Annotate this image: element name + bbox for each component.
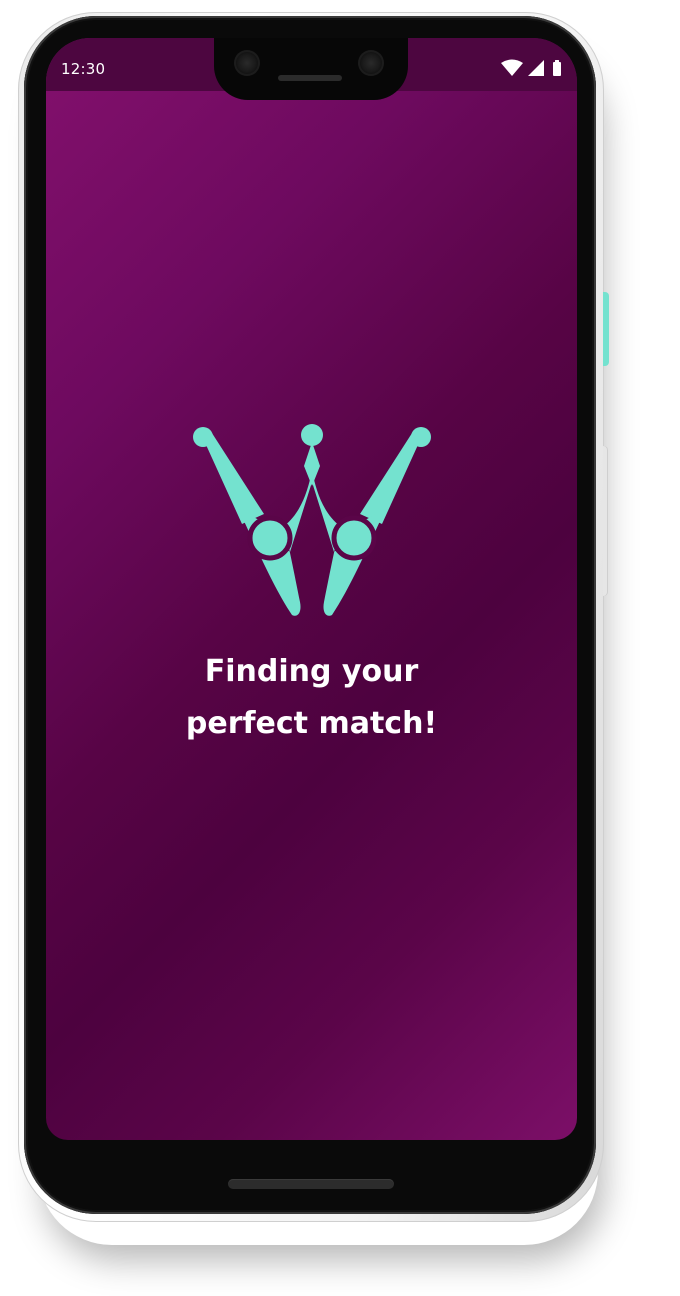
front-camera-icon — [358, 50, 384, 76]
device-mockup: 12:30 Finding your perfect match! — [0, 0, 680, 1296]
power-button — [603, 292, 609, 366]
display-notch — [214, 38, 408, 100]
home-indicator[interactable] — [228, 1179, 394, 1189]
tagline-line-2: perfect match! — [185, 706, 438, 741]
status-icons — [501, 58, 563, 78]
earpiece-speaker — [278, 75, 342, 81]
front-camera-icon — [234, 50, 260, 76]
battery-icon — [553, 60, 561, 76]
splash-screen: 12:30 Finding your perfect match! — [46, 38, 577, 1140]
volume-button — [603, 446, 608, 596]
app-logo-crown-icon — [193, 424, 431, 616]
tagline-line-1: Finding your — [204, 654, 419, 689]
wifi-icon — [501, 59, 523, 76]
cellular-signal-icon — [528, 60, 544, 76]
status-time: 12:30 — [61, 60, 106, 78]
splash-tagline: Finding your perfect match! — [46, 646, 577, 750]
